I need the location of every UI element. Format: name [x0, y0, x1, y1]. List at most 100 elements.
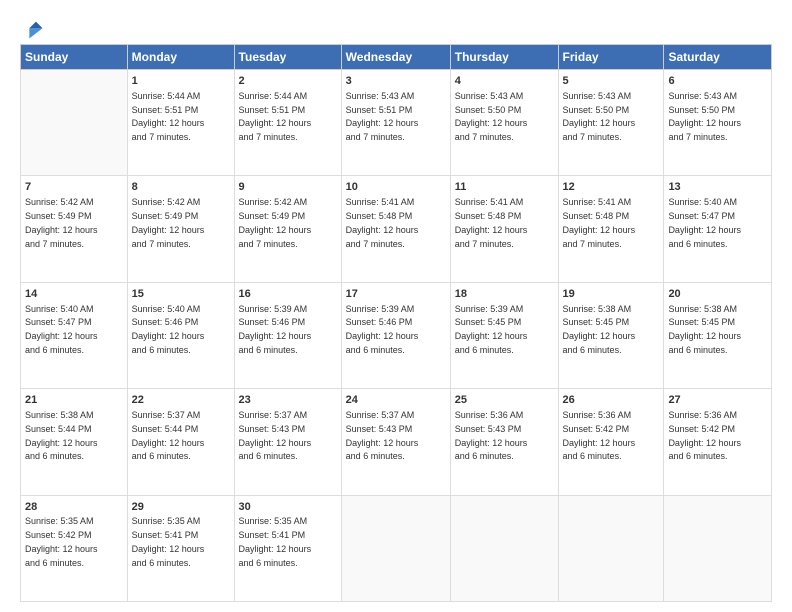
day-cell: 21 Sunrise: 5:38 AM Sunset: 5:44 PM Dayli… — [21, 389, 128, 495]
day-number: 11 — [455, 180, 554, 195]
day-number: 7 — [25, 180, 123, 195]
day-cell: 6 Sunrise: 5:43 AM Sunset: 5:50 PM Daylig… — [664, 70, 772, 176]
day-cell: 24 Sunrise: 5:37 AM Sunset: 5:43 PM Dayli… — [341, 389, 450, 495]
day-number: 4 — [455, 74, 554, 89]
weekday-header-friday: Friday — [558, 45, 664, 70]
day-number: 9 — [239, 180, 337, 195]
day-info: Sunrise: 5:42 AM Sunset: 5:49 PM Dayligh… — [25, 197, 98, 248]
day-number: 24 — [346, 393, 446, 408]
day-number: 22 — [132, 393, 230, 408]
day-number: 6 — [668, 74, 767, 89]
day-number: 20 — [668, 287, 767, 302]
weekday-header-monday: Monday — [127, 45, 234, 70]
weekday-header-row: SundayMondayTuesdayWednesdayThursdayFrid… — [21, 45, 772, 70]
day-cell: 17Sunrise: 5:39 AM Sunset: 5:46 PM Dayli… — [341, 282, 450, 388]
day-number: 18 — [455, 287, 554, 302]
day-info: Sunrise: 5:42 AM Sunset: 5:49 PM Dayligh… — [239, 197, 312, 248]
day-info: Sunrise: 5:39 AM Sunset: 5:46 PM Dayligh… — [346, 304, 419, 355]
day-info: Sunrise: 5:41 AM Sunset: 5:48 PM Dayligh… — [563, 197, 636, 248]
weekday-header-sunday: Sunday — [21, 45, 128, 70]
day-info: Sunrise: 5:44 AM Sunset: 5:51 PM Dayligh… — [132, 91, 205, 142]
day-info: Sunrise: 5:41 AM Sunset: 5:48 PM Dayligh… — [455, 197, 528, 248]
day-cell: 26 Sunrise: 5:36 AM Sunset: 5:42 PM Dayli… — [558, 389, 664, 495]
day-cell — [558, 495, 664, 601]
day-number: 29 — [132, 500, 230, 515]
day-info: Sunrise: 5:38 AM Sunset: 5:45 PM Dayligh… — [668, 304, 741, 355]
weekday-header-tuesday: Tuesday — [234, 45, 341, 70]
day-cell: 7 Sunrise: 5:42 AM Sunset: 5:49 PM Daylig… — [21, 176, 128, 282]
day-cell: 16 Sunrise: 5:39 AM Sunset: 5:46 PM Dayli… — [234, 282, 341, 388]
page: SundayMondayTuesdayWednesdayThursdayFrid… — [0, 0, 792, 612]
logo-icon — [22, 18, 44, 40]
day-info: Sunrise: 5:38 AM Sunset: 5:44 PM Dayligh… — [25, 410, 98, 461]
day-cell: 18 Sunrise: 5:39 AM Sunset: 5:45 PM Dayli… — [450, 282, 558, 388]
day-number: 13 — [668, 180, 767, 195]
week-row-4: 21 Sunrise: 5:38 AM Sunset: 5:44 PM Dayli… — [21, 389, 772, 495]
day-info: Sunrise: 5:36 AM Sunset: 5:42 PM Dayligh… — [668, 410, 741, 461]
day-number: 19 — [563, 287, 660, 302]
day-cell: 5 Sunrise: 5:43 AM Sunset: 5:50 PM Daylig… — [558, 70, 664, 176]
day-cell — [21, 70, 128, 176]
day-number: 2 — [239, 74, 337, 89]
header — [20, 18, 772, 34]
day-number: 3 — [346, 74, 446, 89]
day-number: 21 — [25, 393, 123, 408]
day-cell: 20 Sunrise: 5:38 AM Sunset: 5:45 PM Dayli… — [664, 282, 772, 388]
day-cell: 12 Sunrise: 5:41 AM Sunset: 5:48 PM Dayli… — [558, 176, 664, 282]
day-cell: 10Sunrise: 5:41 AM Sunset: 5:48 PM Dayli… — [341, 176, 450, 282]
day-cell — [341, 495, 450, 601]
day-info: Sunrise: 5:36 AM Sunset: 5:42 PM Dayligh… — [563, 410, 636, 461]
day-number: 15 — [132, 287, 230, 302]
day-cell: 29Sunrise: 5:35 AM Sunset: 5:41 PM Dayli… — [127, 495, 234, 601]
calendar: SundayMondayTuesdayWednesdayThursdayFrid… — [20, 44, 772, 602]
day-cell: 4 Sunrise: 5:43 AM Sunset: 5:50 PM Daylig… — [450, 70, 558, 176]
day-info: Sunrise: 5:43 AM Sunset: 5:50 PM Dayligh… — [563, 91, 636, 142]
day-number: 26 — [563, 393, 660, 408]
day-info: Sunrise: 5:41 AM Sunset: 5:48 PM Dayligh… — [346, 197, 419, 248]
day-cell — [664, 495, 772, 601]
day-number: 5 — [563, 74, 660, 89]
logo — [20, 18, 44, 34]
day-cell: 25 Sunrise: 5:36 AM Sunset: 5:43 PM Dayli… — [450, 389, 558, 495]
day-info: Sunrise: 5:43 AM Sunset: 5:51 PM Dayligh… — [346, 91, 419, 142]
day-info: Sunrise: 5:40 AM Sunset: 5:47 PM Dayligh… — [25, 304, 98, 355]
week-row-2: 7 Sunrise: 5:42 AM Sunset: 5:49 PM Daylig… — [21, 176, 772, 282]
day-cell: 3 Sunrise: 5:43 AM Sunset: 5:51 PM Daylig… — [341, 70, 450, 176]
day-cell: 23Sunrise: 5:37 AM Sunset: 5:43 PM Dayli… — [234, 389, 341, 495]
day-info: Sunrise: 5:39 AM Sunset: 5:45 PM Dayligh… — [455, 304, 528, 355]
day-number: 16 — [239, 287, 337, 302]
day-number: 14 — [25, 287, 123, 302]
day-number: 23 — [239, 393, 337, 408]
day-info: Sunrise: 5:35 AM Sunset: 5:41 PM Dayligh… — [132, 516, 205, 567]
day-cell: 30Sunrise: 5:35 AM Sunset: 5:41 PM Dayli… — [234, 495, 341, 601]
day-cell — [450, 495, 558, 601]
day-info: Sunrise: 5:43 AM Sunset: 5:50 PM Dayligh… — [455, 91, 528, 142]
week-row-5: 28Sunrise: 5:35 AM Sunset: 5:42 PM Dayli… — [21, 495, 772, 601]
day-info: Sunrise: 5:40 AM Sunset: 5:46 PM Dayligh… — [132, 304, 205, 355]
day-info: Sunrise: 5:36 AM Sunset: 5:43 PM Dayligh… — [455, 410, 528, 461]
day-info: Sunrise: 5:37 AM Sunset: 5:43 PM Dayligh… — [346, 410, 419, 461]
day-info: Sunrise: 5:37 AM Sunset: 5:44 PM Dayligh… — [132, 410, 205, 461]
day-number: 8 — [132, 180, 230, 195]
day-cell: 11 Sunrise: 5:41 AM Sunset: 5:48 PM Dayli… — [450, 176, 558, 282]
day-cell: 13 Sunrise: 5:40 AM Sunset: 5:47 PM Dayli… — [664, 176, 772, 282]
day-info: Sunrise: 5:42 AM Sunset: 5:49 PM Dayligh… — [132, 197, 205, 248]
day-cell: 28Sunrise: 5:35 AM Sunset: 5:42 PM Dayli… — [21, 495, 128, 601]
week-row-3: 14 Sunrise: 5:40 AM Sunset: 5:47 PM Dayli… — [21, 282, 772, 388]
day-cell: 19 Sunrise: 5:38 AM Sunset: 5:45 PM Dayli… — [558, 282, 664, 388]
day-info: Sunrise: 5:43 AM Sunset: 5:50 PM Dayligh… — [668, 91, 741, 142]
day-number: 30 — [239, 500, 337, 515]
week-row-1: 1 Sunrise: 5:44 AM Sunset: 5:51 PM Daylig… — [21, 70, 772, 176]
day-info: Sunrise: 5:40 AM Sunset: 5:47 PM Dayligh… — [668, 197, 741, 248]
day-cell: 14 Sunrise: 5:40 AM Sunset: 5:47 PM Dayli… — [21, 282, 128, 388]
weekday-header-thursday: Thursday — [450, 45, 558, 70]
day-info: Sunrise: 5:35 AM Sunset: 5:42 PM Dayligh… — [25, 516, 98, 567]
day-number: 27 — [668, 393, 767, 408]
day-number: 1 — [132, 74, 230, 89]
day-info: Sunrise: 5:39 AM Sunset: 5:46 PM Dayligh… — [239, 304, 312, 355]
day-info: Sunrise: 5:38 AM Sunset: 5:45 PM Dayligh… — [563, 304, 636, 355]
day-number: 25 — [455, 393, 554, 408]
day-cell: 9 Sunrise: 5:42 AM Sunset: 5:49 PM Daylig… — [234, 176, 341, 282]
day-cell: 27 Sunrise: 5:36 AM Sunset: 5:42 PM Dayli… — [664, 389, 772, 495]
day-number: 12 — [563, 180, 660, 195]
